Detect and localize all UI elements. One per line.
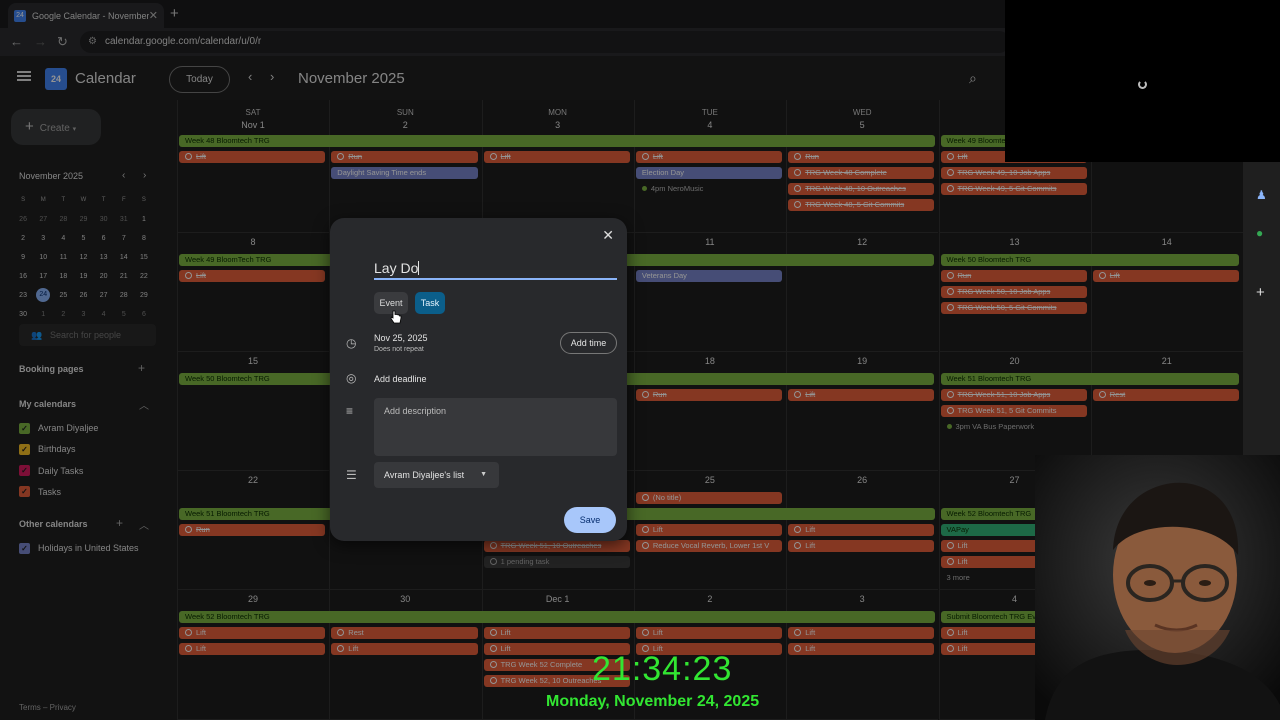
deadline-icon: ◎	[346, 371, 357, 385]
task-list-select[interactable]: Avram Diyaljee's list ▼	[374, 462, 499, 488]
save-button[interactable]: Save	[564, 507, 616, 533]
dropdown-icon: ▼	[480, 471, 487, 478]
description-input[interactable]: Add description	[374, 398, 617, 456]
description-placeholder: Add description	[384, 406, 447, 416]
list-icon: ☰	[346, 468, 357, 482]
webcam-overlay-image	[1035, 455, 1280, 720]
close-icon[interactable]: ✕	[602, 227, 614, 244]
task-tab[interactable]: Task	[415, 292, 445, 314]
title-input[interactable]: Lay Do	[374, 258, 617, 280]
repeat-setting[interactable]: Does not repeat	[374, 346, 424, 353]
add-time-button[interactable]: Add time	[560, 332, 617, 354]
text-caret	[418, 261, 420, 275]
clock-icon: ◷	[346, 336, 357, 350]
overlay-clock: 21:34:23	[592, 650, 733, 688]
task-list-value: Avram Diyaljee's list	[384, 470, 465, 480]
loading-spinner-icon	[1138, 80, 1147, 89]
add-addon-icon[interactable]: +	[1256, 284, 1265, 301]
quick-create-dialog: ✕ Lay Do Event Task ◷ Nov 25, 2025 Does …	[330, 218, 627, 541]
maps-icon[interactable]: ●	[1256, 226, 1263, 240]
description-icon: ≡	[346, 404, 354, 418]
contacts-icon[interactable]: ♟	[1256, 188, 1267, 202]
add-deadline-button[interactable]: Add deadline	[374, 374, 427, 384]
hand-cursor-icon	[390, 310, 402, 324]
overlay-date: Monday, November 24, 2025	[546, 693, 760, 710]
task-date[interactable]: Nov 25, 2025	[374, 333, 428, 343]
title-value: Lay Do	[374, 260, 419, 276]
